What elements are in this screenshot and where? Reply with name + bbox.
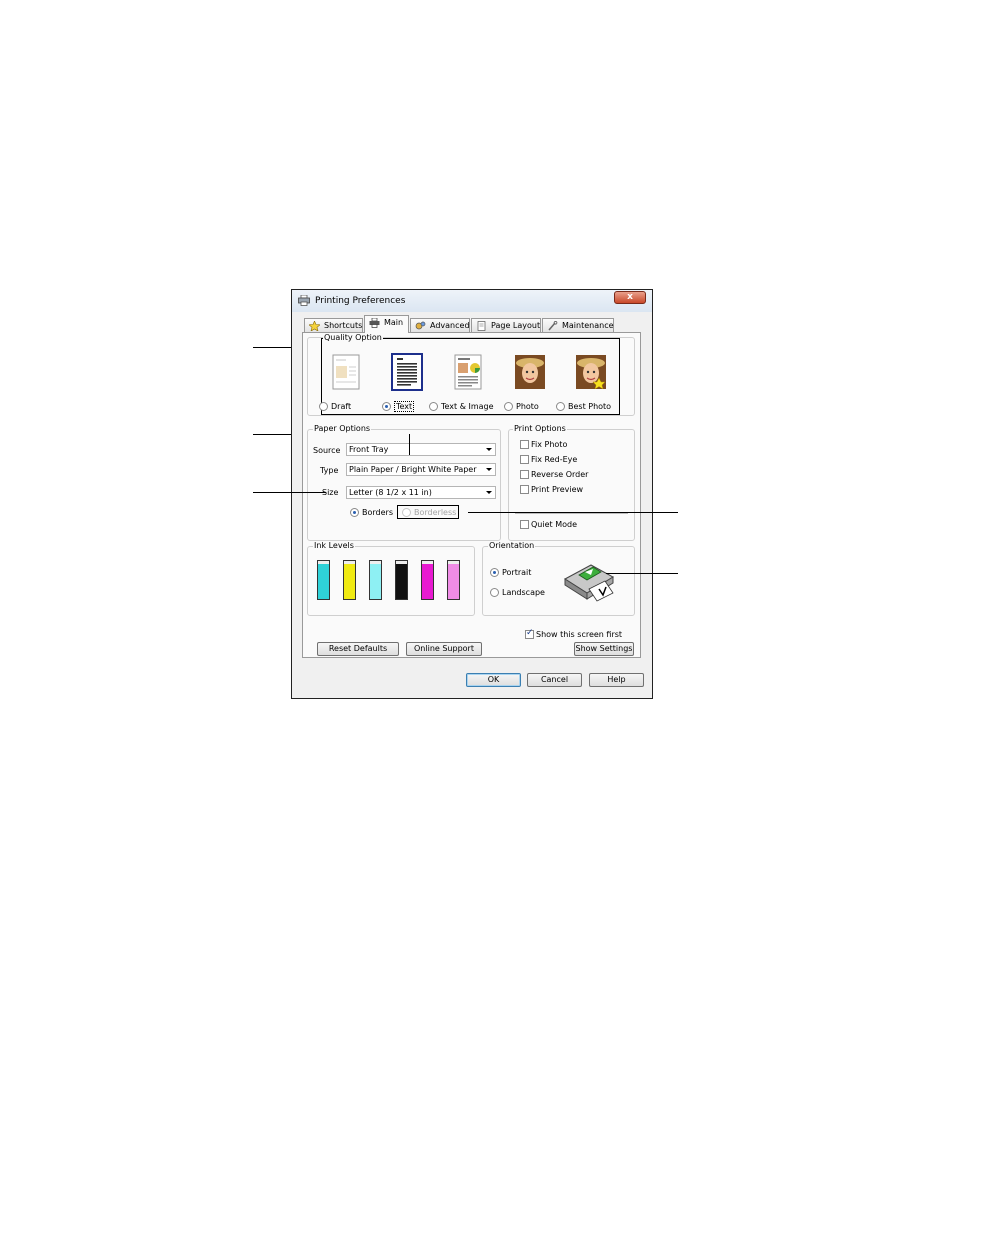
online-support-button[interactable]: Online Support [406, 642, 482, 656]
ink-cartridge [369, 560, 382, 600]
star-icon [309, 321, 320, 331]
quality-option-legend: Quality Option [323, 333, 383, 342]
tab-maintenance[interactable]: Maintenance [542, 318, 614, 332]
text-and-image-radio[interactable] [429, 402, 438, 411]
callout-line-orientation [606, 573, 678, 574]
quiet-mode-checkbox[interactable] [520, 520, 529, 529]
callout-line-source-drop [409, 434, 410, 455]
photo-label: Photo [516, 402, 539, 411]
portrait-label: Portrait [502, 568, 532, 577]
reverse-order-label: Reverse Order [531, 470, 589, 479]
borders-label: Borders [362, 508, 393, 517]
text-page-icon [397, 358, 417, 386]
tab-shortcuts[interactable]: Shortcuts [304, 318, 363, 332]
best-photo-icon [576, 355, 606, 389]
paper-options-legend: Paper Options [313, 424, 372, 433]
page-icon [477, 321, 486, 331]
print-options-divider [515, 513, 628, 514]
show-screen-first-checkbox[interactable] [525, 628, 534, 639]
title-bar: Printing Preferences x [292, 290, 652, 312]
draft-page-icon [332, 354, 360, 390]
help-button[interactable]: Help [589, 673, 644, 687]
show-screen-first-label: Show this screen first [536, 630, 623, 639]
landscape-radio[interactable] [490, 588, 499, 597]
printer-icon [369, 318, 380, 328]
orientation-legend: Orientation [488, 541, 536, 550]
source-select[interactable]: Front Tray [346, 443, 496, 456]
tab-label: Main [384, 318, 404, 327]
ink-cartridge [395, 560, 408, 600]
print-preview-checkbox[interactable] [520, 485, 529, 494]
ink-cartridge [317, 560, 330, 600]
draft-radio[interactable] [319, 402, 328, 411]
reverse-order-checkbox[interactable] [520, 470, 529, 479]
text-and-image-page-icon [454, 354, 482, 390]
borderless-label: Borderless [414, 508, 457, 517]
type-select[interactable]: Plain Paper / Bright White Paper [346, 463, 496, 476]
photo-radio[interactable] [504, 402, 513, 411]
gears-icon [415, 321, 426, 330]
text-label: Text [394, 401, 415, 412]
reset-defaults-button[interactable]: Reset Defaults [317, 642, 399, 656]
ink-cartridge [343, 560, 356, 600]
tab-label: Shortcuts [324, 321, 363, 330]
printing-preferences-dialog: Printing Preferences x Shortcuts Main Ad… [291, 289, 653, 699]
tab-main[interactable]: Main [364, 315, 409, 333]
close-button[interactable]: x [614, 291, 646, 304]
size-value: Letter (8 1/2 x 11 in) [349, 488, 432, 497]
fix-red-eye-label: Fix Red-Eye [531, 455, 578, 464]
main-tab-panel: Quality Option Draft Text Text & Image P… [302, 332, 641, 658]
photo-icon [515, 355, 545, 389]
borders-radio[interactable] [350, 508, 359, 517]
cancel-button[interactable]: Cancel [527, 673, 582, 687]
printer-orientation-icon [564, 564, 614, 602]
tab-page-layout[interactable]: Page Layout [471, 318, 541, 332]
print-options-legend: Print Options [513, 424, 567, 433]
portrait-radio[interactable] [490, 568, 499, 577]
draft-label: Draft [331, 402, 352, 411]
wrench-icon [548, 321, 558, 331]
size-select[interactable]: Letter (8 1/2 x 11 in) [346, 486, 496, 499]
tab-advanced[interactable]: Advanced [410, 318, 470, 332]
printer-icon [298, 295, 310, 306]
best-photo-radio[interactable] [556, 402, 565, 411]
source-value: Front Tray [349, 445, 389, 454]
chevron-down-icon [486, 448, 492, 451]
source-label: Source [313, 446, 341, 455]
chevron-down-icon [486, 491, 492, 494]
tab-label: Maintenance [562, 321, 614, 330]
text-radio[interactable] [382, 402, 391, 411]
callout-line-size [253, 492, 326, 493]
ink-levels-legend: Ink Levels [313, 541, 355, 550]
best-photo-label: Best Photo [568, 402, 612, 411]
type-label: Type [320, 466, 339, 475]
fix-photo-checkbox[interactable] [520, 440, 529, 449]
show-settings-button[interactable]: Show Settings [574, 642, 634, 656]
fix-red-eye-checkbox[interactable] [520, 455, 529, 464]
quiet-mode-label: Quiet Mode [531, 520, 577, 529]
landscape-label: Landscape [502, 588, 545, 597]
window-title: Printing Preferences [315, 296, 406, 306]
ink-cartridge [421, 560, 434, 600]
tab-label: Advanced [430, 321, 470, 330]
ink-cartridge [447, 560, 460, 600]
print-preview-label: Print Preview [531, 485, 584, 494]
text-and-image-label: Text & Image [441, 402, 494, 411]
chevron-down-icon [486, 468, 492, 471]
borderless-radio[interactable] [402, 508, 411, 517]
callout-line-borderless [468, 512, 678, 513]
tab-label: Page Layout [491, 321, 541, 330]
ok-button[interactable]: OK [466, 673, 521, 687]
fix-photo-label: Fix Photo [531, 440, 568, 449]
type-value: Plain Paper / Bright White Paper [349, 465, 477, 474]
